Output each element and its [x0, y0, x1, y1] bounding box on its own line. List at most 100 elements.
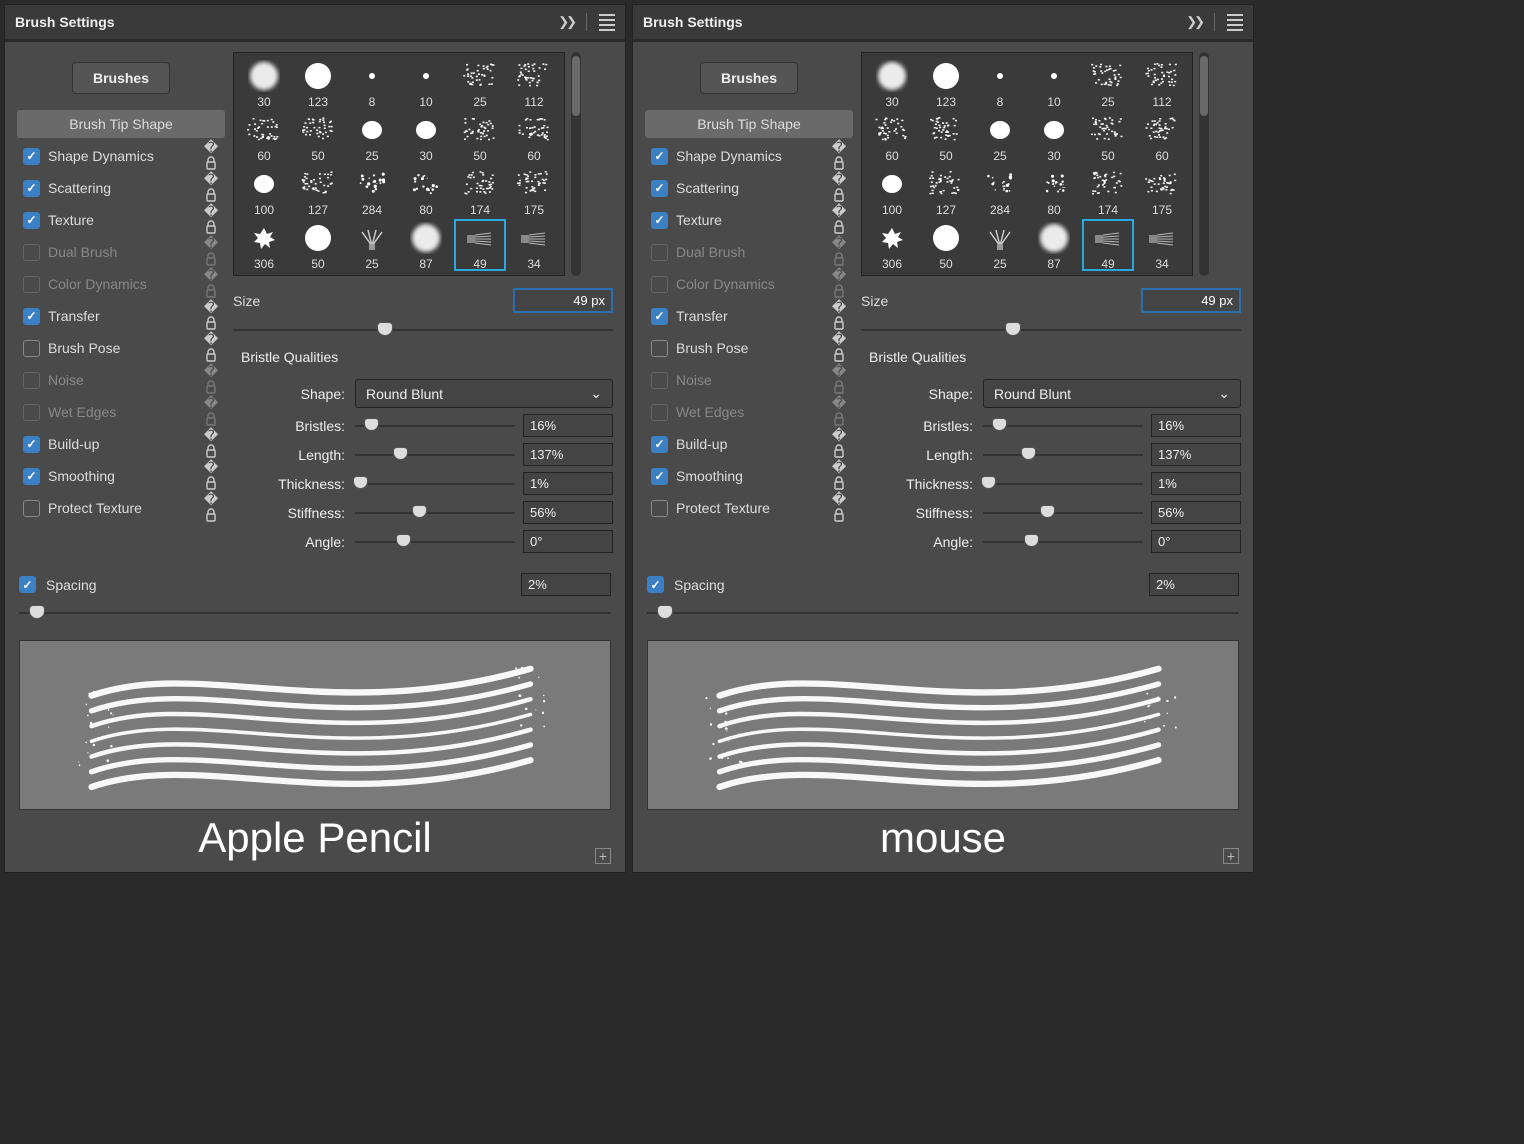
brush-thumb-127[interactable]: 127 [920, 165, 972, 217]
size-slider[interactable] [233, 323, 613, 337]
brush-thumb-30[interactable]: 30 [238, 57, 290, 109]
brush-thumb-87[interactable]: 87 [1028, 219, 1080, 271]
slider-bristles[interactable] [355, 419, 515, 433]
brush-thumb-30[interactable]: 30 [1028, 111, 1080, 163]
new-preset-icon[interactable]: + [595, 848, 611, 864]
option-shape-dynamics[interactable]: ✓Shape Dynamics� [17, 140, 225, 172]
slider-stiffness[interactable] [355, 506, 515, 520]
option-transfer[interactable]: ✓Transfer� [17, 300, 225, 332]
option-scattering[interactable]: ✓Scattering� [645, 172, 853, 204]
option-smoothing[interactable]: ✓Smoothing� [17, 460, 225, 492]
slider-stiffness[interactable] [983, 506, 1143, 520]
option-texture[interactable]: ✓Texture� [17, 204, 225, 236]
checkbox-icon[interactable]: ✓ [651, 308, 668, 325]
brush-thumb-60[interactable]: 60 [1136, 111, 1188, 163]
brush-thumb-50[interactable]: 50 [454, 111, 506, 163]
value-input[interactable]: 16% [523, 414, 613, 437]
slider-angle[interactable] [983, 535, 1143, 549]
slider-thickness[interactable] [983, 477, 1143, 491]
lock-icon[interactable]: � [203, 267, 219, 301]
value-input[interactable]: 16% [1151, 414, 1241, 437]
brush-thumb-50[interactable]: 50 [292, 219, 344, 271]
value-input[interactable]: 1% [1151, 472, 1241, 495]
lock-icon[interactable]: � [203, 331, 219, 365]
brush-thumb-25[interactable]: 25 [346, 219, 398, 271]
brush-thumb-174[interactable]: 174 [454, 165, 506, 217]
option-brush-pose[interactable]: Brush Pose� [645, 332, 853, 364]
brush-thumb-112[interactable]: 112 [1136, 57, 1188, 109]
value-input[interactable]: 56% [1151, 501, 1241, 524]
shape-select[interactable]: Round Blunt⌄ [355, 379, 613, 408]
brush-thumb-8[interactable]: 8 [346, 57, 398, 109]
brush-thumb-30[interactable]: 30 [400, 111, 452, 163]
brush-thumb-174[interactable]: 174 [1082, 165, 1134, 217]
value-input[interactable]: 56% [523, 501, 613, 524]
brush-thumb-87[interactable]: 87 [400, 219, 452, 271]
collapse-icon[interactable]: ❯❯ [558, 14, 574, 30]
brush-thumb-25[interactable]: 25 [974, 111, 1026, 163]
checkbox-icon[interactable]: ✓ [23, 468, 40, 485]
brush-tip-shape-row[interactable]: Brush Tip Shape [17, 110, 225, 138]
brush-thumb-127[interactable]: 127 [292, 165, 344, 217]
slider-length[interactable] [983, 448, 1143, 462]
collapse-icon[interactable]: ❯❯ [1186, 14, 1202, 30]
lock-icon[interactable]: � [831, 139, 847, 173]
size-input[interactable]: 49 px [513, 288, 613, 313]
spacing-checkbox[interactable]: ✓ [19, 576, 36, 593]
lock-icon[interactable]: � [203, 459, 219, 493]
checkbox-icon[interactable]: ✓ [651, 212, 668, 229]
lock-icon[interactable]: � [203, 203, 219, 237]
brush-thumb-284[interactable]: 284 [346, 165, 398, 217]
brush-thumb-34[interactable]: 34 [1136, 219, 1188, 271]
brush-thumb-25[interactable]: 25 [346, 111, 398, 163]
lock-icon[interactable]: � [831, 331, 847, 365]
brush-thumb-10[interactable]: 10 [400, 57, 452, 109]
brush-thumb-25[interactable]: 25 [974, 219, 1026, 271]
lock-icon[interactable]: � [203, 299, 219, 333]
checkbox-icon[interactable]: ✓ [651, 436, 668, 453]
option-scattering[interactable]: ✓Scattering� [17, 172, 225, 204]
option-build-up[interactable]: ✓Build-up� [17, 428, 225, 460]
brush-thumb-306[interactable]: 306 [238, 219, 290, 271]
brush-thumb-80[interactable]: 80 [1028, 165, 1080, 217]
value-input[interactable]: 137% [523, 443, 613, 466]
option-protect-texture[interactable]: Protect Texture� [17, 492, 225, 524]
scrollbar[interactable] [571, 52, 581, 276]
checkbox-icon[interactable]: ✓ [23, 148, 40, 165]
brush-thumb-49[interactable]: 49 [454, 219, 506, 271]
spacing-checkbox[interactable]: ✓ [647, 576, 664, 593]
brush-thumb-8[interactable]: 8 [974, 57, 1026, 109]
checkbox-icon[interactable]: ✓ [23, 180, 40, 197]
option-shape-dynamics[interactable]: ✓Shape Dynamics� [645, 140, 853, 172]
brush-thumb-34[interactable]: 34 [508, 219, 560, 271]
panel-menu-icon[interactable] [599, 14, 615, 31]
brush-thumb-30[interactable]: 30 [866, 57, 918, 109]
brush-thumb-60[interactable]: 60 [866, 111, 918, 163]
brush-tip-shape-row[interactable]: Brush Tip Shape [645, 110, 853, 138]
lock-icon[interactable]: � [831, 235, 847, 269]
checkbox-icon[interactable] [23, 340, 40, 357]
option-protect-texture[interactable]: Protect Texture� [645, 492, 853, 524]
lock-icon[interactable]: � [831, 363, 847, 397]
value-input[interactable]: 137% [1151, 443, 1241, 466]
spacing-input[interactable]: 2% [1149, 573, 1239, 596]
checkbox-icon[interactable] [23, 500, 40, 517]
checkbox-icon[interactable] [651, 500, 668, 517]
lock-icon[interactable]: � [831, 459, 847, 493]
new-preset-icon[interactable]: + [1223, 848, 1239, 864]
lock-icon[interactable]: � [831, 203, 847, 237]
size-slider[interactable] [861, 323, 1241, 337]
lock-icon[interactable]: � [203, 427, 219, 461]
brush-thumb-112[interactable]: 112 [508, 57, 560, 109]
brush-thumb-100[interactable]: 100 [866, 165, 918, 217]
slider-angle[interactable] [355, 535, 515, 549]
brushes-button[interactable]: Brushes [700, 62, 798, 94]
shape-select[interactable]: Round Blunt⌄ [983, 379, 1241, 408]
lock-icon[interactable]: � [831, 171, 847, 205]
scrollbar[interactable] [1199, 52, 1209, 276]
lock-icon[interactable]: � [831, 427, 847, 461]
brush-thumb-50[interactable]: 50 [292, 111, 344, 163]
value-input[interactable]: 0° [1151, 530, 1241, 553]
lock-icon[interactable]: � [203, 395, 219, 429]
panel-menu-icon[interactable] [1227, 14, 1243, 31]
